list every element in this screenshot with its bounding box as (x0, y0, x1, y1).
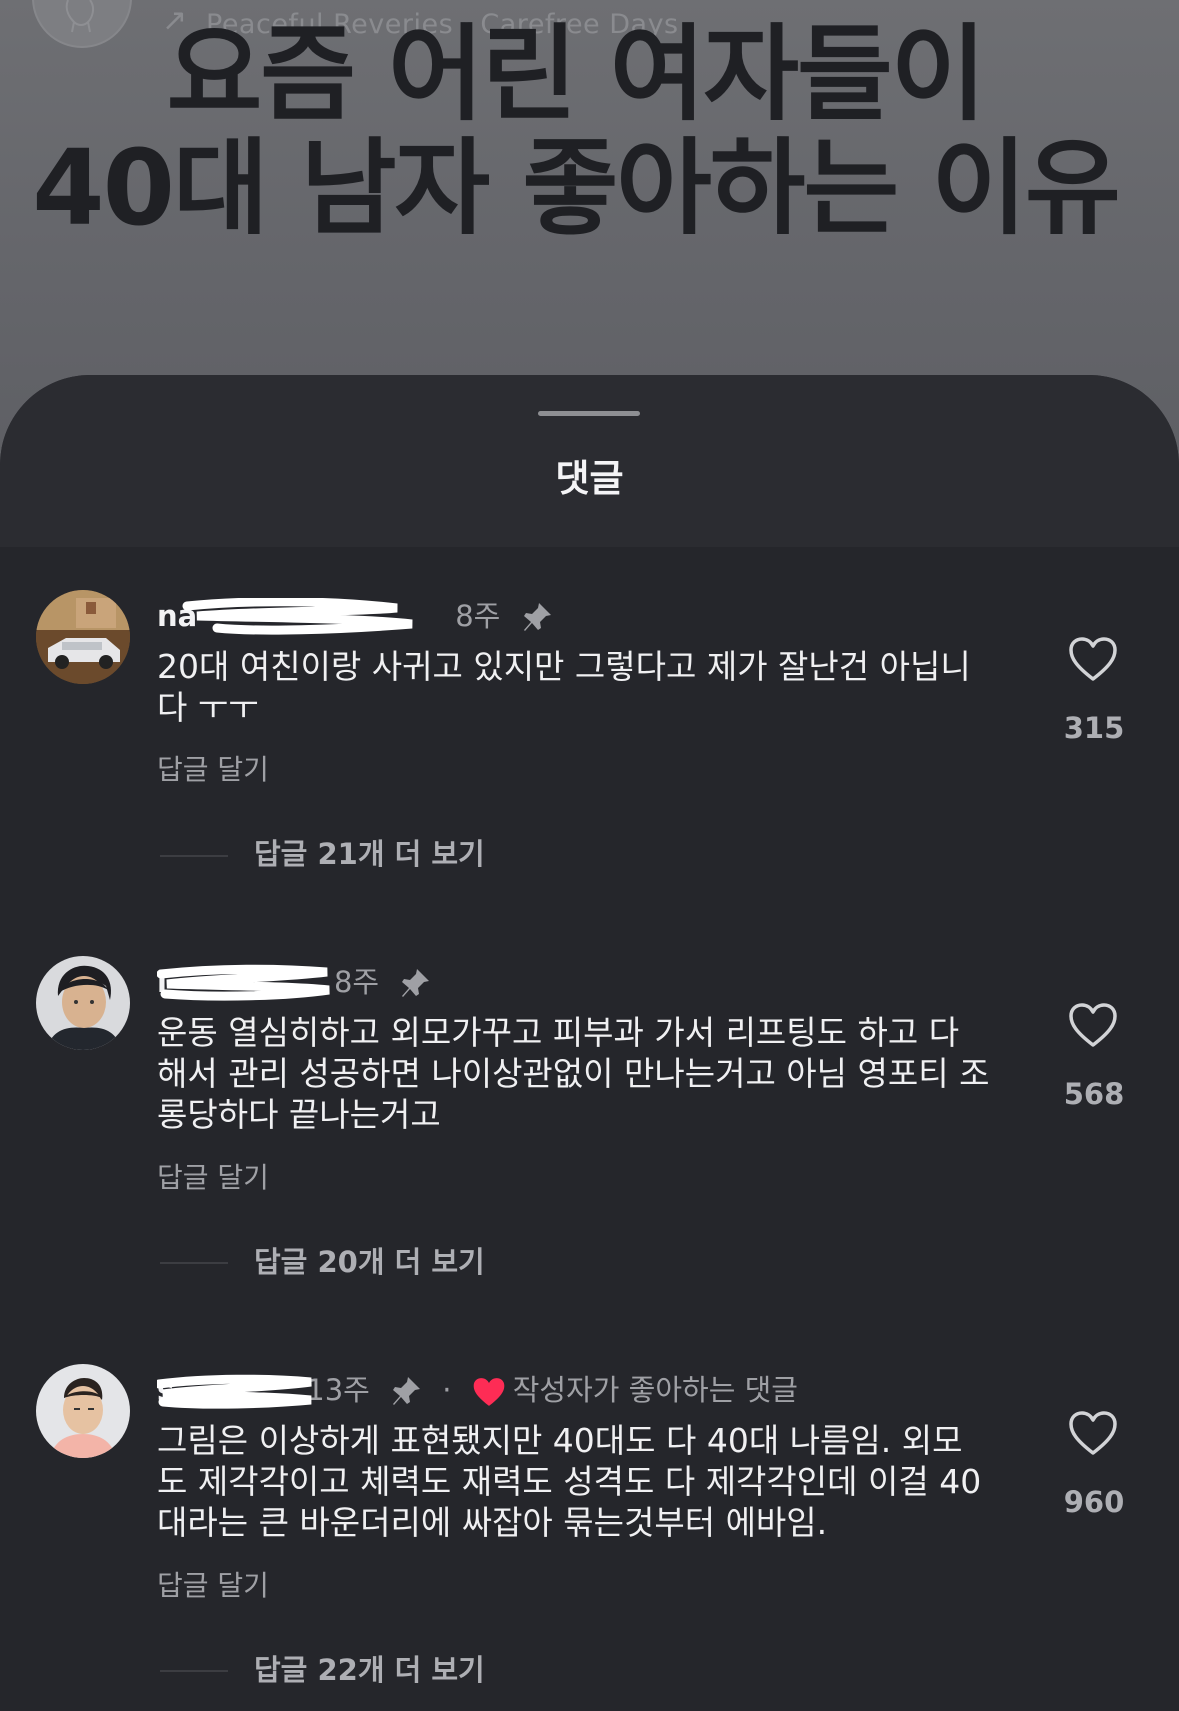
like-count: 568 (1063, 1077, 1125, 1111)
view-more-replies-button[interactable]: 답글 20개 더 보기 (254, 1244, 485, 1280)
redaction-scribble (182, 598, 413, 635)
reply-button[interactable]: 답글 달기 (157, 1160, 269, 1196)
view-more-replies-button[interactable]: 답글 22개 더 보기 (254, 1652, 485, 1688)
comment-time: 8주 (455, 599, 501, 633)
like-count: 960 (1063, 1485, 1125, 1519)
view-more-replies-button[interactable]: 답글 21개 더 보기 (254, 836, 485, 872)
avatar[interactable] (36, 590, 130, 684)
like-count: 315 (1063, 711, 1125, 745)
pin-icon (523, 603, 551, 631)
sheet-title: 댓글 (555, 457, 624, 500)
replies-divider (160, 855, 228, 857)
comment-text: 그림은 이상하게 표현됐지만 40대도 다 40대 나름임. 외모 도 제각각이… (157, 1421, 982, 1542)
comment-meta: i 8주 (157, 960, 432, 1004)
redaction-scribble (157, 964, 330, 1001)
post-title-line1: 요즘 어린 여자들이 (166, 13, 987, 135)
heart-icon[interactable] (1068, 1002, 1118, 1048)
reply-button[interactable]: 답글 달기 (157, 752, 269, 788)
username[interactable]: s (157, 1368, 312, 1412)
comment-time: 8주 (333, 965, 380, 999)
post-title-line2: 40대 남자 좋아하는 이유 (32, 127, 1120, 249)
avatar[interactable] (36, 1364, 130, 1458)
username[interactable]: na (157, 594, 453, 638)
heart-filled-icon (473, 1378, 505, 1406)
separator-dot: · (442, 1373, 452, 1407)
avatar[interactable] (36, 956, 130, 1050)
comment-meta: na 8주 (157, 594, 554, 638)
comment-text: 운동 열심히하고 외모가꾸고 피부과 가서 리프팅도 하고 다 해서 관리 성공… (157, 1013, 990, 1134)
author-liked-label: 작성자가 좋아하는 댓글 (512, 1373, 798, 1407)
reply-button[interactable]: 답글 달기 (157, 1568, 269, 1604)
username[interactable]: i (157, 960, 332, 1004)
comment-text: 20대 여친이랑 사귀고 있지만 그렇다고 제가 잘난건 아닙니 다 ㅜㅜ (157, 647, 971, 727)
sheet-grabber[interactable] (538, 411, 640, 416)
pin-icon (402, 969, 430, 997)
replies-divider (160, 1670, 228, 1672)
comment-meta: s 13주 · 작성자가 좋아하는 댓글 (157, 1368, 798, 1412)
sheet-header: 댓글 (0, 375, 1179, 547)
redaction-scribble (157, 1374, 312, 1409)
pin-icon (393, 1377, 421, 1405)
heart-icon[interactable] (1068, 636, 1118, 682)
heart-icon[interactable] (1068, 1410, 1118, 1456)
replies-divider (160, 1262, 228, 1264)
